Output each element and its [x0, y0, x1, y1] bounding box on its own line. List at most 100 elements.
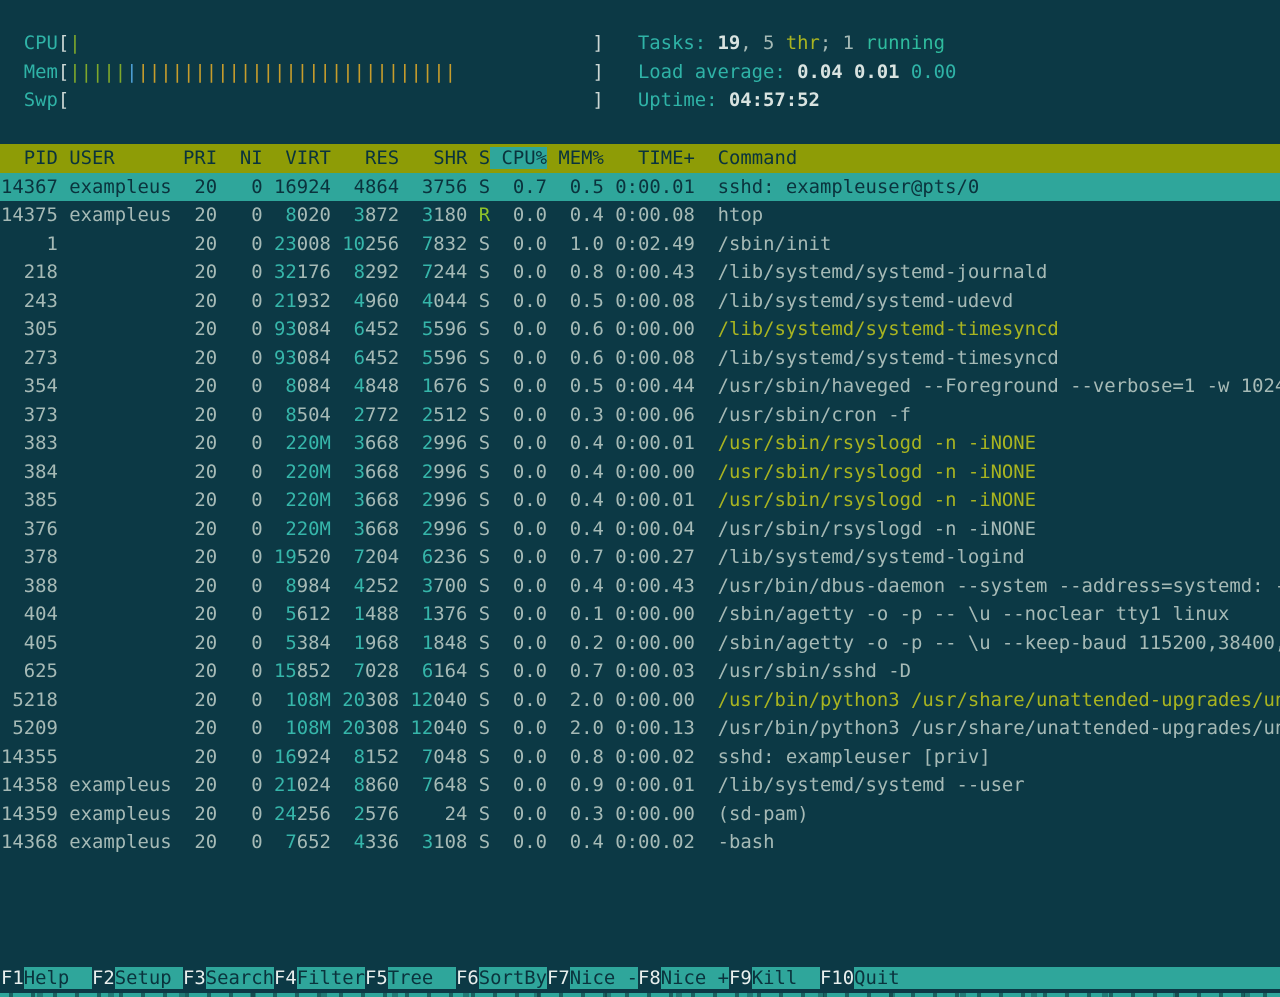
process-row[interactable]: 378 20 0 19520 7204 6236 S 0.0 0.7 0:00.…: [0, 543, 1280, 572]
cell-nice: 0: [228, 689, 262, 711]
pad: [604, 318, 615, 340]
process-row[interactable]: 14358 exampleus 20 0 21024 8860 7648 S 0…: [0, 771, 1280, 800]
cell-state: S: [479, 432, 490, 454]
running-count: 1: [843, 32, 866, 54]
fkey-f9-kill[interactable]: F9Kill: [729, 967, 820, 989]
pad: [490, 204, 501, 226]
pad: [547, 461, 558, 483]
cell-virt: 93: [274, 347, 297, 369]
column-header-cpu[interactable]: CPU%: [490, 147, 547, 169]
pad: [58, 489, 69, 511]
process-row[interactable]: 14375 exampleus 20 0 8020 3872 3180 R 0.…: [0, 201, 1280, 230]
process-row[interactable]: 14368 exampleus 20 0 7652 4336 3108 S 0.…: [0, 828, 1280, 857]
swp-meter-label: Swp: [24, 89, 58, 111]
process-row[interactable]: 5218 20 0 108M 20308 12040 S 0.0 2.0 0:0…: [0, 686, 1280, 715]
fkey-number: F7: [547, 967, 570, 989]
process-row[interactable]: 14359 exampleus 20 0 24256 2576 24 S 0.0…: [0, 800, 1280, 829]
pad: [490, 689, 501, 711]
cell-state: S: [479, 318, 490, 340]
process-row[interactable]: 383 20 0 220M 3668 2996 S 0.0 0.4 0:00.0…: [0, 429, 1280, 458]
process-row[interactable]: 218 20 0 32176 8292 7244 S 0.0 0.8 0:00.…: [0, 258, 1280, 287]
load-five: 0.01: [854, 61, 900, 83]
fkey-f4-filter[interactable]: F4Filter: [274, 967, 365, 989]
column-header-command[interactable]: Command: [695, 147, 797, 169]
process-row[interactable]: 385 20 0 220M 3668 2996 S 0.0 0.4 0:00.0…: [0, 486, 1280, 515]
process-row[interactable]: 405 20 0 5384 1968 1848 S 0.0 0.2 0:00.0…: [0, 629, 1280, 658]
clipped-row-strip: [0, 993, 1280, 997]
fkey-f2-setup[interactable]: F2Setup: [92, 967, 183, 989]
process-row[interactable]: 14367 exampleus 20 0 16924 4864 3756 S 0…: [0, 173, 1280, 202]
meter-close-bracket: ]: [592, 32, 603, 54]
pad: [547, 489, 558, 511]
column-header-shr[interactable]: SHR: [399, 147, 467, 169]
fkey-f7-nice[interactable]: F7Nice -: [547, 967, 638, 989]
cell-user: [69, 689, 171, 711]
fkey-f5-tree[interactable]: F5Tree: [365, 967, 456, 989]
column-header-pri[interactable]: PRI: [172, 147, 218, 169]
cell-virt: 220M: [274, 461, 331, 483]
process-row[interactable]: 388 20 0 8984 4252 3700 S 0.0 0.4 0:00.4…: [0, 572, 1280, 601]
cell-virt: 008: [297, 233, 331, 255]
column-header-time+[interactable]: TIME+: [604, 147, 695, 169]
process-row[interactable]: 354 20 0 8084 4848 1676 S 0.0 0.5 0:00.4…: [0, 372, 1280, 401]
cell-virt: 652: [297, 831, 331, 853]
pad: [58, 774, 69, 796]
fkey-f8-nice[interactable]: F8Nice +: [638, 967, 729, 989]
cell-mem-percent: 0.6: [558, 347, 604, 369]
process-row[interactable]: 373 20 0 8504 2772 2512 S 0.0 0.3 0:00.0…: [0, 401, 1280, 430]
pad: [172, 489, 183, 511]
column-header-virt[interactable]: VIRT: [263, 147, 331, 169]
column-header-res[interactable]: RES: [331, 147, 399, 169]
process-row[interactable]: 273 20 0 93084 6452 5596 S 0.0 0.6 0:00.…: [0, 344, 1280, 373]
column-header-mem[interactable]: MEM%: [547, 147, 604, 169]
fkey-f10-quit[interactable]: F10Quit: [820, 967, 922, 989]
pad: [58, 660, 69, 682]
pad: [172, 461, 183, 483]
fkey-f1-help[interactable]: F1Help: [1, 967, 92, 989]
cell-state: S: [479, 689, 490, 711]
cell-res: 4: [342, 375, 365, 397]
pad: [467, 489, 478, 511]
column-header-user[interactable]: USER: [58, 147, 172, 169]
pad: [547, 347, 558, 369]
meter-open-bracket: [: [58, 61, 69, 83]
fkey-f3-search[interactable]: F3Search: [183, 967, 274, 989]
column-header-s[interactable]: S: [467, 147, 490, 169]
process-row[interactable]: 384 20 0 220M 3668 2996 S 0.0 0.4 0:00.0…: [0, 458, 1280, 487]
swp-meter: Swp[ ] Uptime: 04:57:52: [1, 86, 956, 115]
cell-cpu-percent: 0.0: [501, 546, 547, 568]
process-row[interactable]: 1 20 0 23008 10256 7832 S 0.0 1.0 0:02.4…: [0, 230, 1280, 259]
process-row[interactable]: 625 20 0 15852 7028 6164 S 0.0 0.7 0:00.…: [0, 657, 1280, 686]
cell-pid: 1: [1, 233, 58, 255]
cell-virt: 5: [274, 603, 297, 625]
fkey-f6-sortby[interactable]: F6SortBy: [456, 967, 547, 989]
process-row[interactable]: 243 20 0 21932 4960 4044 S 0.0 0.5 0:00.…: [0, 287, 1280, 316]
cell-time: 0:00.43: [615, 575, 695, 597]
cell-res: 668: [365, 489, 399, 511]
cell-state: S: [479, 603, 490, 625]
cell-shr: 596: [433, 347, 467, 369]
column-header-pid[interactable]: PID: [1, 147, 58, 169]
cell-command: /usr/sbin/haveged --Foreground --verbose…: [718, 375, 1280, 397]
cell-res: 864: [365, 176, 399, 198]
cell-shr: 164: [433, 660, 467, 682]
pad: [547, 746, 558, 768]
separator: [900, 61, 911, 83]
process-row[interactable]: 376 20 0 220M 3668 2996 S 0.0 0.4 0:00.0…: [0, 515, 1280, 544]
process-row[interactable]: 14355 20 0 16924 8152 7048 S 0.0 0.8 0:0…: [0, 743, 1280, 772]
process-row[interactable]: 305 20 0 93084 6452 5596 S 0.0 0.6 0:00.…: [0, 315, 1280, 344]
cell-user: exampleus: [69, 803, 171, 825]
cell-priority: 20: [183, 774, 217, 796]
cell-virt: 21: [274, 774, 297, 796]
process-row[interactable]: 404 20 0 5612 1488 1376 S 0.0 0.1 0:00.0…: [0, 600, 1280, 629]
pad: [172, 518, 183, 540]
cell-cpu-percent: 0.0: [501, 746, 547, 768]
pad: [263, 176, 274, 198]
cell-shr: 700: [433, 575, 467, 597]
process-row[interactable]: 5209 20 0 108M 20308 12040 S 0.0 2.0 0:0…: [0, 714, 1280, 743]
column-header-ni[interactable]: NI: [217, 147, 263, 169]
pad: [217, 375, 228, 397]
cell-res: 308: [365, 689, 399, 711]
pad: [467, 204, 478, 226]
cell-pid: 388: [1, 575, 58, 597]
